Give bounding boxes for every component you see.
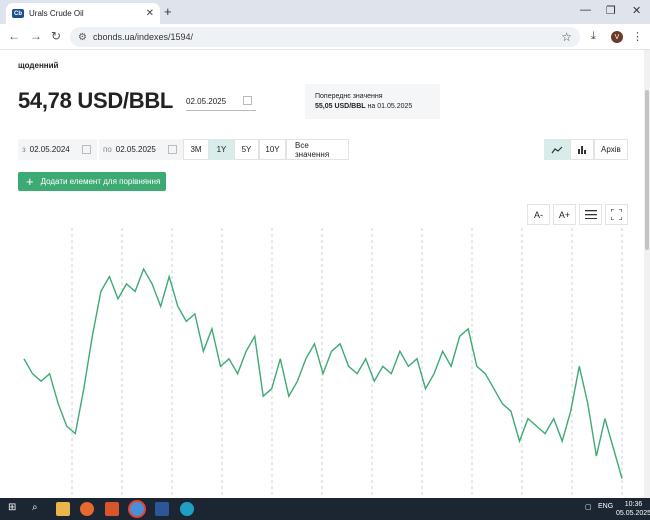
cbonds-favicon-icon: Cb	[12, 9, 24, 18]
archive-button[interactable]: Архів	[594, 139, 628, 160]
chart-menu-button[interactable]	[579, 204, 602, 225]
range-to-input[interactable]: по 02.05.2025	[99, 139, 183, 160]
reload-icon[interactable]: ↻	[51, 29, 61, 43]
chrome-icon[interactable]	[130, 502, 144, 516]
chart-controls: A- A+	[524, 204, 628, 225]
bar-chart-view-button[interactable]	[570, 139, 594, 160]
new-tab-icon[interactable]: +	[164, 4, 172, 19]
value-date-text: 02.05.2025	[186, 97, 227, 106]
line-chart-icon	[551, 146, 563, 153]
calendar-to-icon[interactable]	[167, 145, 177, 154]
download-icon[interactable]: ⤓	[591, 30, 596, 43]
firefox-icon[interactable]	[80, 502, 94, 516]
tab-title: Urals Crude Oil	[29, 9, 84, 18]
previous-value: 55,05 USD/BBL	[315, 103, 366, 110]
previous-label: Попереднє значення	[315, 93, 383, 100]
hamburger-icon	[584, 210, 597, 219]
outlook-icon[interactable]	[105, 502, 119, 516]
browser-tab-strip: Cb Urals Crude Oil ✕ + — ❐ ✕	[0, 0, 650, 24]
browser-toolbar: ← → ↻ ⚙ cbonds.ua/indexes/1594/ ☆ ⤓ ⋮	[0, 24, 650, 50]
range-from-text: 02.05.2024	[29, 145, 70, 154]
range-to-text: 02.05.2025	[115, 145, 156, 154]
add-compare-label: Додати елемент для порівняння	[40, 177, 161, 186]
price-chart	[23, 228, 623, 498]
font-smaller-button[interactable]: A-	[527, 204, 550, 225]
profile-avatar[interactable]: V	[611, 31, 623, 43]
windows-taskbar: ⊞ ⌕ ▢ ENG 10:36 05.05.2025	[0, 498, 650, 520]
line-chart-view-button[interactable]	[544, 139, 570, 160]
close-window-icon[interactable]: ✕	[632, 4, 641, 17]
previous-value-box: Попереднє значення 55,05 USD/BBL на 01.0…	[305, 84, 440, 119]
calendar-from-icon[interactable]	[81, 145, 91, 154]
edge-icon[interactable]	[180, 502, 194, 516]
scrollbar-thumb[interactable]	[645, 90, 649, 250]
search-icon[interactable]: ⌕	[32, 502, 46, 516]
previous-date: на 01.05.2025	[367, 103, 413, 110]
language-indicator[interactable]: ENG	[598, 503, 613, 510]
range-from-label: з	[22, 145, 26, 154]
fullscreen-icon	[611, 209, 622, 220]
forward-icon[interactable]: →	[30, 29, 42, 43]
word-icon[interactable]	[155, 502, 169, 516]
menu-dots-icon[interactable]: ⋮	[632, 30, 643, 43]
site-info-icon[interactable]: ⚙	[78, 32, 87, 43]
page-scrollbar[interactable]	[644, 50, 650, 498]
value-date-input[interactable]: 02.05.2025	[186, 93, 256, 111]
minimize-icon[interactable]: —	[580, 4, 591, 16]
plus-icon: +	[26, 174, 34, 189]
chart-series-line	[23, 267, 623, 479]
address-bar[interactable]: ⚙ cbonds.ua/indexes/1594/ ☆	[70, 27, 580, 47]
period-5y-button[interactable]: 5Y	[234, 139, 259, 160]
restore-icon[interactable]: ❐	[606, 4, 616, 17]
frequency-label: щоденний	[18, 61, 59, 70]
current-value: 54,78 USD/BBL	[18, 88, 174, 113]
close-tab-icon[interactable]: ✕	[146, 8, 154, 19]
url-text[interactable]: cbonds.ua/indexes/1594/	[93, 32, 561, 42]
view-toggle: Архів	[544, 139, 628, 160]
back-icon[interactable]: ←	[8, 29, 20, 43]
calendar-icon[interactable]	[243, 96, 252, 105]
windows-start-icon[interactable]: ⊞	[8, 502, 22, 516]
period-all-button[interactable]: Все значення	[286, 139, 349, 160]
date-range-controls: з 02.05.2024 по 02.05.2025 3M 1Y 5Y 10Y …	[18, 139, 349, 160]
system-clock[interactable]: 10:36 05.05.2025	[616, 500, 650, 518]
browser-tab[interactable]: Cb Urals Crude Oil ✕	[6, 3, 160, 24]
period-10y-button[interactable]: 10Y	[259, 139, 286, 160]
range-from-input[interactable]: з 02.05.2024	[18, 139, 97, 160]
bar-chart-icon	[578, 146, 586, 154]
range-to-label: по	[103, 145, 112, 154]
notification-icon[interactable]: ▢	[585, 503, 592, 511]
clock-date: 05.05.2025	[616, 510, 650, 517]
add-compare-button[interactable]: + Додати елемент для порівняння	[18, 172, 166, 191]
period-1y-button[interactable]: 1Y	[209, 139, 234, 160]
file-explorer-icon[interactable]	[56, 502, 70, 516]
bookmark-star-icon[interactable]: ☆	[561, 30, 572, 44]
fullscreen-button[interactable]	[605, 204, 628, 225]
font-larger-button[interactable]: A+	[553, 204, 576, 225]
period-3m-button[interactable]: 3M	[183, 139, 209, 160]
clock-time: 10:36	[624, 501, 643, 508]
